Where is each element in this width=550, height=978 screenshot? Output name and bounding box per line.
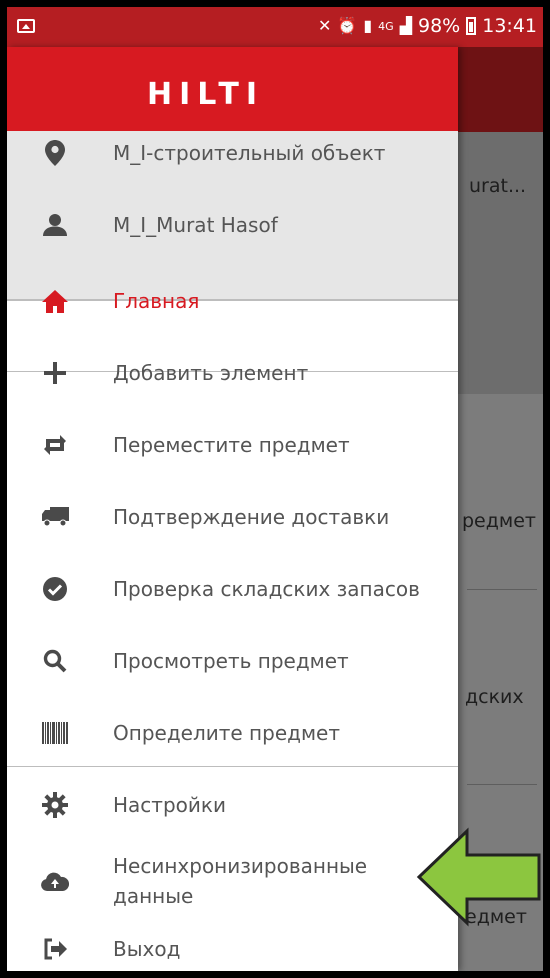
sim-icon: ▮ bbox=[363, 16, 373, 35]
alarm-icon: ⏰ bbox=[337, 16, 358, 35]
background-toolbar bbox=[457, 47, 543, 132]
menu-item-label: Выход bbox=[113, 937, 181, 961]
mute-icon: ✕ bbox=[318, 16, 332, 35]
truck-icon bbox=[35, 507, 75, 527]
menu-item-settings[interactable]: Настройки bbox=[7, 769, 458, 841]
menu-item-label: Несинхронизированные данные bbox=[113, 854, 368, 908]
search-icon bbox=[35, 649, 75, 673]
background-text: редмет bbox=[462, 510, 536, 532]
cloud-upload-icon bbox=[35, 871, 75, 891]
transfer-icon bbox=[35, 435, 75, 455]
site-row[interactable]: M_I-строительный объект bbox=[7, 117, 458, 189]
background-text: urat... bbox=[469, 175, 527, 197]
menu-item-label: Определите предмет bbox=[113, 721, 340, 745]
menu-item-label: Главная bbox=[113, 289, 200, 313]
menu-item-label: Настройки bbox=[113, 793, 226, 817]
menu-item-view[interactable]: Просмотреть предмет bbox=[7, 625, 458, 697]
network-type-icon: 4G bbox=[378, 19, 394, 33]
menu-item-home[interactable]: Главная bbox=[7, 265, 458, 337]
screen: ✕ ⏰ ▮ 4G ▟ 98% 13:41 urat... редмет дски… bbox=[7, 7, 543, 971]
gallery-notification-icon bbox=[17, 19, 35, 33]
user-icon bbox=[35, 214, 75, 236]
plus-icon bbox=[35, 362, 75, 384]
menu-item-stock-check[interactable]: Проверка складских запасов bbox=[7, 553, 458, 625]
logout-icon bbox=[35, 938, 75, 960]
background-text: дских bbox=[465, 686, 524, 708]
menu-item-label: Подтверждение доставки bbox=[113, 505, 390, 529]
background-divider bbox=[467, 784, 537, 785]
menu-item-label: Добавить элемент bbox=[113, 361, 309, 385]
site-name: M_I-строительный объект bbox=[113, 141, 386, 165]
menu-item-unsynced[interactable]: Несинхронизированные данные bbox=[7, 841, 458, 921]
clock: 13:41 bbox=[482, 15, 537, 37]
menu-item-add[interactable]: Добавить элемент bbox=[7, 337, 458, 409]
divider bbox=[7, 766, 458, 767]
menu-item-delivery[interactable]: Подтверждение доставки bbox=[7, 481, 458, 553]
location-pin-icon bbox=[35, 140, 75, 166]
annotation-arrow-icon bbox=[416, 827, 541, 927]
menu-item-move[interactable]: Переместите предмет bbox=[7, 409, 458, 481]
barcode-icon bbox=[35, 722, 75, 744]
status-bar: ✕ ⏰ ▮ 4G ▟ 98% 13:41 bbox=[7, 7, 543, 47]
user-row[interactable]: M_I_Murat Hasof bbox=[7, 189, 458, 261]
check-circle-icon bbox=[35, 577, 75, 601]
gear-icon bbox=[35, 792, 75, 818]
battery-icon bbox=[466, 17, 477, 35]
navigation-drawer: HILTI M_I-строительный объект M_I_Murat … bbox=[7, 47, 458, 971]
home-icon bbox=[35, 289, 75, 313]
background-panel: urat... bbox=[457, 132, 543, 394]
menu-item-label: Просмотреть предмет bbox=[113, 649, 349, 673]
background-divider bbox=[467, 589, 537, 590]
user-name: M_I_Murat Hasof bbox=[113, 213, 278, 237]
menu-item-label: Переместите предмет bbox=[113, 433, 350, 457]
hilti-logo: HILTI bbox=[147, 77, 265, 112]
menu-item-identify[interactable]: Определите предмет bbox=[7, 697, 458, 769]
menu-item-logout[interactable]: Выход bbox=[7, 913, 458, 971]
signal-icon: ▟ bbox=[399, 16, 412, 35]
battery-percent: 98% bbox=[418, 15, 461, 37]
menu-item-label: Проверка складских запасов bbox=[113, 577, 420, 601]
